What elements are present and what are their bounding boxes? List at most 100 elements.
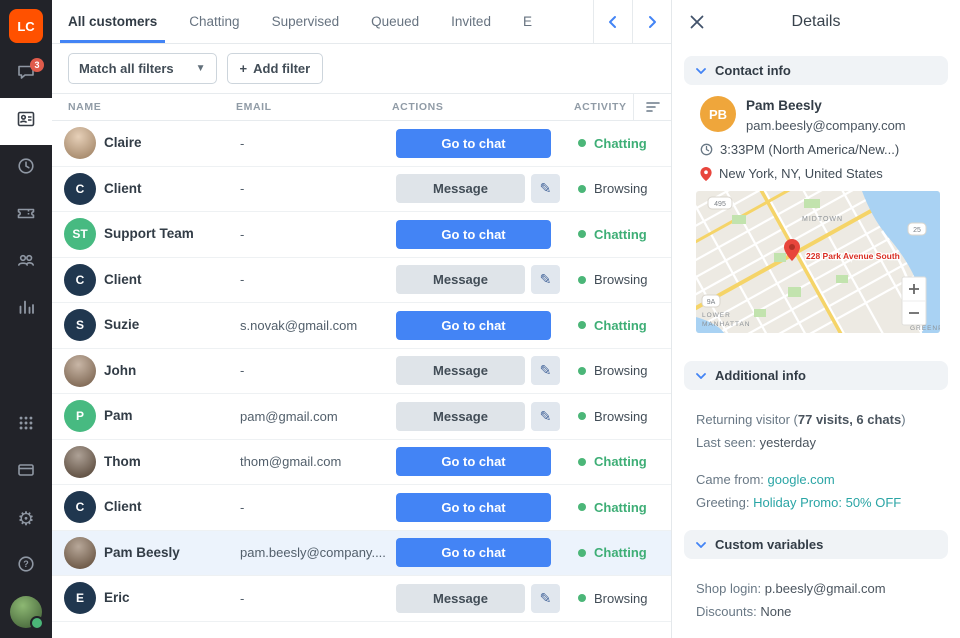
action-button[interactable]: Go to chat [396,493,551,522]
customer-email: pam@gmail.com [240,409,396,424]
action-button[interactable]: Go to chat [396,447,551,476]
section-label: Custom variables [715,537,823,552]
clock-icon [16,156,36,181]
column-header-activity[interactable]: ACTIVITY [574,101,633,113]
sidebar-item-apps[interactable] [0,402,52,449]
svg-text:9A: 9A [707,299,716,306]
came-from-link[interactable]: google.com [768,472,835,487]
status-dot [578,503,586,511]
sidebar-item-team[interactable] [0,239,52,286]
action-button[interactable]: Message [396,584,525,613]
table-row[interactable]: C Client - Message ✎ Browsing [52,258,671,304]
action-button[interactable]: Message [396,174,525,203]
next-page-button[interactable] [632,0,671,43]
sidebar-item-chats[interactable]: 3 [0,51,52,98]
action-button[interactable]: Go to chat [396,311,551,340]
table-row[interactable]: Thom thom@gmail.com Go to chat Chatting [52,440,671,486]
action-button[interactable]: Go to chat [396,129,551,158]
table-row[interactable]: C Client - Message ✎ Browsing [52,167,671,213]
team-icon [16,250,36,275]
profile-avatar[interactable] [10,596,42,628]
sidebar-item-customers[interactable] [0,98,52,145]
activity-status: Browsing [594,409,647,424]
table-row[interactable]: Pam Beesly pam.beesly@company.... Go to … [52,531,671,577]
edit-icon[interactable]: ✎ [531,174,560,203]
action-button[interactable]: Go to chat [396,538,551,567]
section-additional-info[interactable]: Additional info [684,361,948,390]
additional-info-block: Returning visitor (77 visits, 6 chats) L… [672,390,960,514]
status-dot [578,139,586,147]
tab-queued[interactable]: Queued [355,0,435,43]
avatar [64,355,96,387]
table-row[interactable]: S Suzie s.novak@gmail.com Go to chat Cha… [52,303,671,349]
customers-icon [16,109,36,134]
tab-all-customers[interactable]: All customers [52,0,173,43]
edit-icon[interactable]: ✎ [531,356,560,385]
activity-status: Browsing [594,272,647,287]
action-button[interactable]: Message [396,356,525,385]
tab-supervised[interactable]: Supervised [256,0,356,43]
table-row[interactable]: John - Message ✎ Browsing [52,349,671,395]
sidebar-item-billing[interactable] [0,449,52,496]
column-header-actions[interactable]: ACTIONS [392,101,574,113]
chevron-down-icon [696,542,706,548]
map-label-lower: LOWER [702,312,731,319]
sidebar-item-reports[interactable] [0,286,52,333]
section-contact-info[interactable]: Contact info [684,56,948,85]
sidebar-item-settings[interactable]: ⚙ [0,496,52,543]
contact-info-block: PB Pam Beesly pam.beesly@company.com 3:3… [672,85,960,181]
column-header-name[interactable]: NAME [68,101,236,113]
column-header-email[interactable]: EMAIL [236,101,392,113]
map-pin-label: 228 Park Avenue South [806,251,900,261]
card-icon [16,460,36,485]
edit-icon[interactable]: ✎ [531,402,560,431]
edit-icon[interactable]: ✎ [531,584,560,613]
details-title: Details [792,13,841,31]
sidebar-item-help[interactable]: ? [0,543,52,590]
action-button[interactable]: Message [396,265,525,294]
action-button[interactable]: Go to chat [396,220,551,249]
activity-status: Browsing [594,363,647,378]
customer-name: John [104,363,136,378]
last-seen: Last seen: yesterday [696,431,944,454]
map[interactable]: 495 25 9A MIDTOWN LOWER MANHATTAN GREENP [696,191,940,333]
sidebar-item-tickets[interactable] [0,192,52,239]
ticket-icon [16,203,36,228]
customer-email: pam.beesly@company.... [240,545,396,560]
edit-icon[interactable]: ✎ [531,265,560,294]
tab-chatting[interactable]: Chatting [173,0,255,43]
section-custom-variables[interactable]: Custom variables [684,530,948,559]
match-filters-dropdown[interactable]: Match all filters ▼ [68,53,217,84]
activity-status: Browsing [594,181,647,196]
map-label-manhattan: MANHATTAN [702,321,750,328]
action-button[interactable]: Message [396,402,525,431]
sidebar-item-archives[interactable] [0,145,52,192]
close-details-button[interactable] [688,13,706,34]
status-dot [578,321,586,329]
tab-e[interactable]: E [507,0,548,43]
sort-button[interactable] [633,94,671,120]
customer-email: - [240,136,396,151]
table-row[interactable]: ST Support Team - Go to chat Chatting [52,212,671,258]
activity-status: Chatting [594,318,647,333]
chevron-down-icon [696,68,706,74]
section-label: Additional info [715,368,806,383]
apps-grid-icon [17,414,35,437]
customer-name: Support Team [104,226,194,241]
table-row[interactable]: E Eric - Message ✎ Browsing [52,576,671,622]
avatar: S [64,309,96,341]
tab-invited[interactable]: Invited [435,0,507,43]
table-row[interactable]: Claire - Go to chat Chatting [52,121,671,167]
svg-text:?: ? [23,559,29,569]
contact-location: New York, NY, United States [719,166,883,181]
livechat-logo[interactable]: LC [9,9,43,43]
table-row[interactable]: C Client - Go to chat Chatting [52,485,671,531]
table-row[interactable]: P Pam pam@gmail.com Message ✎ Browsing [52,394,671,440]
status-dot [578,412,586,420]
visitor-summary: Returning visitor (77 visits, 6 chats) [696,408,944,431]
prev-page-button[interactable] [593,0,632,43]
location-pin-icon [700,167,712,181]
add-filter-button[interactable]: + Add filter [227,53,324,84]
road-shield-25: 25 [908,223,926,235]
customer-name: Eric [104,590,130,605]
